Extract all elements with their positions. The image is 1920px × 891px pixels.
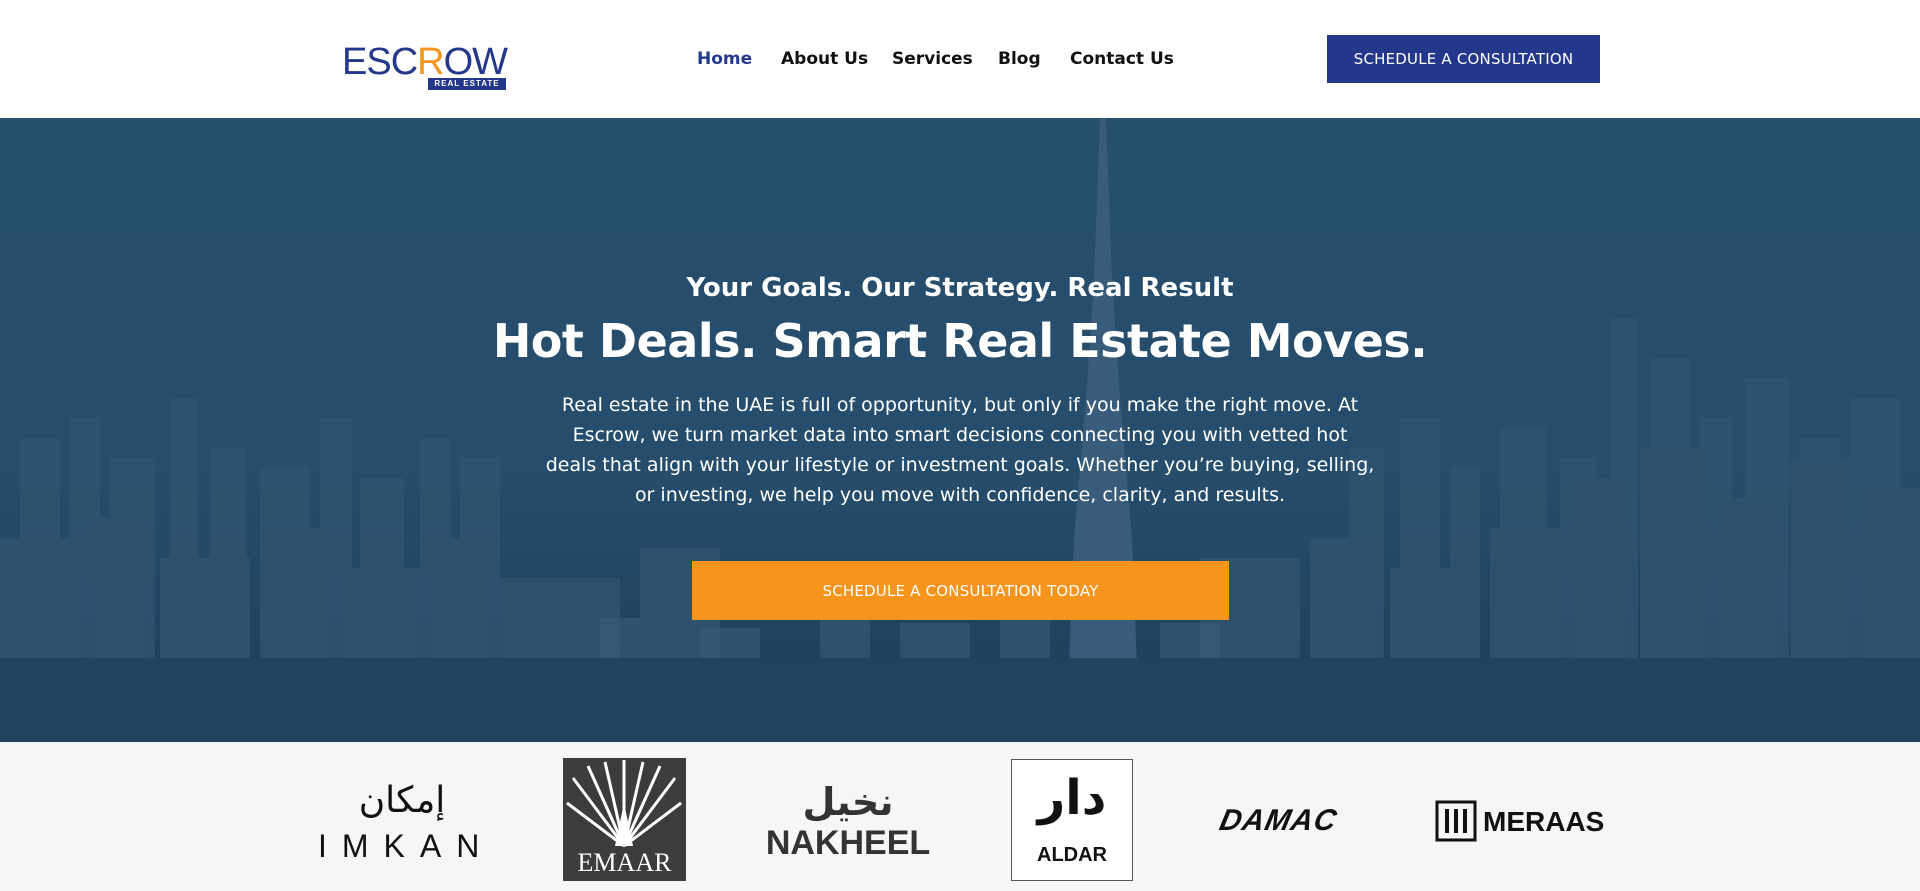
meraas-logo: MERAAS: [1435, 800, 1605, 842]
aldar-arabic: دار: [1037, 770, 1107, 826]
nakheel-arabic: نخيل: [802, 780, 894, 824]
meraas-name: MERAAS: [1483, 806, 1605, 837]
nav-blog[interactable]: Blog: [998, 49, 1041, 69]
logo-subtitle: REAL ESTATE: [428, 78, 506, 90]
hero-subtitle: Your Goals. Our Strategy. Real Result: [686, 273, 1234, 303]
logo-wordmark: ESCROW: [342, 41, 508, 83]
imkan-logo: إمكان IMKAN: [318, 780, 486, 864]
hero-section: Your Goals. Our Strategy. Real Result Ho…: [0, 118, 1920, 742]
partners-strip: إمكان IMKAN EMAAR نخيل NAKHEEL دار ALDAR…: [0, 742, 1920, 891]
nakheel-logo: نخيل NAKHEEL: [765, 780, 931, 862]
nav-home[interactable]: Home: [697, 49, 752, 69]
nav-contact-us[interactable]: Contact Us: [1070, 49, 1174, 69]
nav-about-us[interactable]: About Us: [781, 49, 868, 69]
damac-name: DAMAC: [1216, 804, 1341, 837]
emaar-name: EMAAR: [577, 848, 672, 877]
hero-title: Hot Deals. Smart Real Estate Moves.: [492, 314, 1428, 368]
schedule-consultation-button[interactable]: SCHEDULE A CONSULTATION: [1327, 35, 1600, 83]
imkan-arabic: إمكان: [358, 780, 446, 821]
damac-logo: DAMAC: [1217, 804, 1368, 837]
nav-services[interactable]: Services: [892, 49, 973, 69]
schedule-consultation-today-button[interactable]: SCHEDULE A CONSULTATION TODAY: [692, 561, 1229, 620]
site-header: ESCROW REAL ESTATE Home About Us Service…: [0, 0, 1920, 118]
emaar-logo: EMAAR: [563, 758, 686, 881]
meraas-mark-icon: [1435, 800, 1477, 842]
hero-description: Real estate in the UAE is full of opport…: [545, 394, 1375, 506]
imkan-name: IMKAN: [318, 828, 495, 864]
aldar-name: ALDAR: [1037, 844, 1107, 866]
nakheel-name: NAKHEEL: [765, 824, 931, 862]
escrow-logo[interactable]: ESCROW REAL ESTATE: [342, 43, 508, 91]
aldar-logo: دار ALDAR: [1011, 759, 1133, 881]
